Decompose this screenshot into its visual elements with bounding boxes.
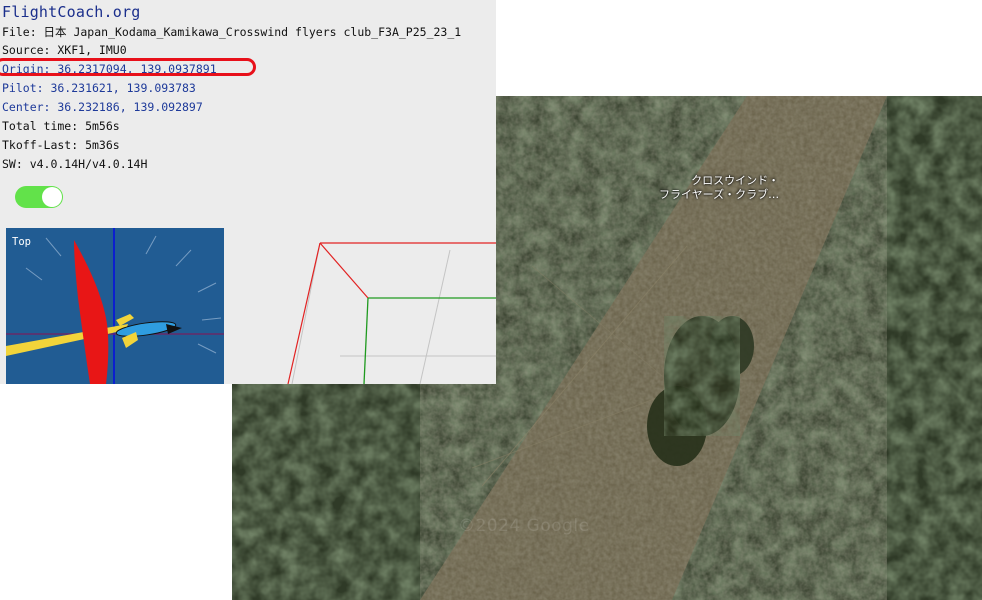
3d-flight-box-viewport[interactable] bbox=[240, 210, 496, 384]
toggle-knob bbox=[42, 187, 62, 207]
software-version: SW: v4.0.14H/v4.0.14H bbox=[2, 157, 148, 171]
top-view-label: Top bbox=[12, 236, 31, 248]
source-info: Source: XKF1, IMU0 bbox=[2, 43, 127, 57]
center-coordinates[interactable]: Center: 36.232186, 139.092897 bbox=[2, 100, 203, 114]
flight-box-wireframe bbox=[287, 242, 496, 384]
top-view-attitude-panel: Top bbox=[6, 228, 224, 384]
view-toggle-switch[interactable] bbox=[15, 186, 63, 208]
site-title[interactable]: FlightCoach.org bbox=[2, 3, 140, 21]
origin-highlight-annotation bbox=[0, 58, 256, 76]
aircraft-top-view bbox=[6, 228, 224, 384]
place-label[interactable]: クロスウインド・ フライヤーズ・クラブ… bbox=[659, 174, 779, 202]
file-info: File: 日本 Japan_Kodama_Kamikawa_Crosswind… bbox=[2, 25, 462, 39]
flightcoach-panel: FlightCoach.org File: 日本 Japan_Kodama_Ka… bbox=[0, 0, 496, 384]
total-time: Total time: 5m56s bbox=[2, 119, 120, 133]
place-label-line2: フライヤーズ・クラブ… bbox=[659, 188, 780, 201]
pilot-coordinates[interactable]: Pilot: 36.231621, 139.093783 bbox=[2, 81, 196, 95]
place-label-line1: クロスウインド・ bbox=[691, 174, 780, 187]
map-watermark: ©2024 Google bbox=[458, 516, 590, 536]
takeoff-last-time: Tkoff-Last: 5m36s bbox=[2, 138, 120, 152]
